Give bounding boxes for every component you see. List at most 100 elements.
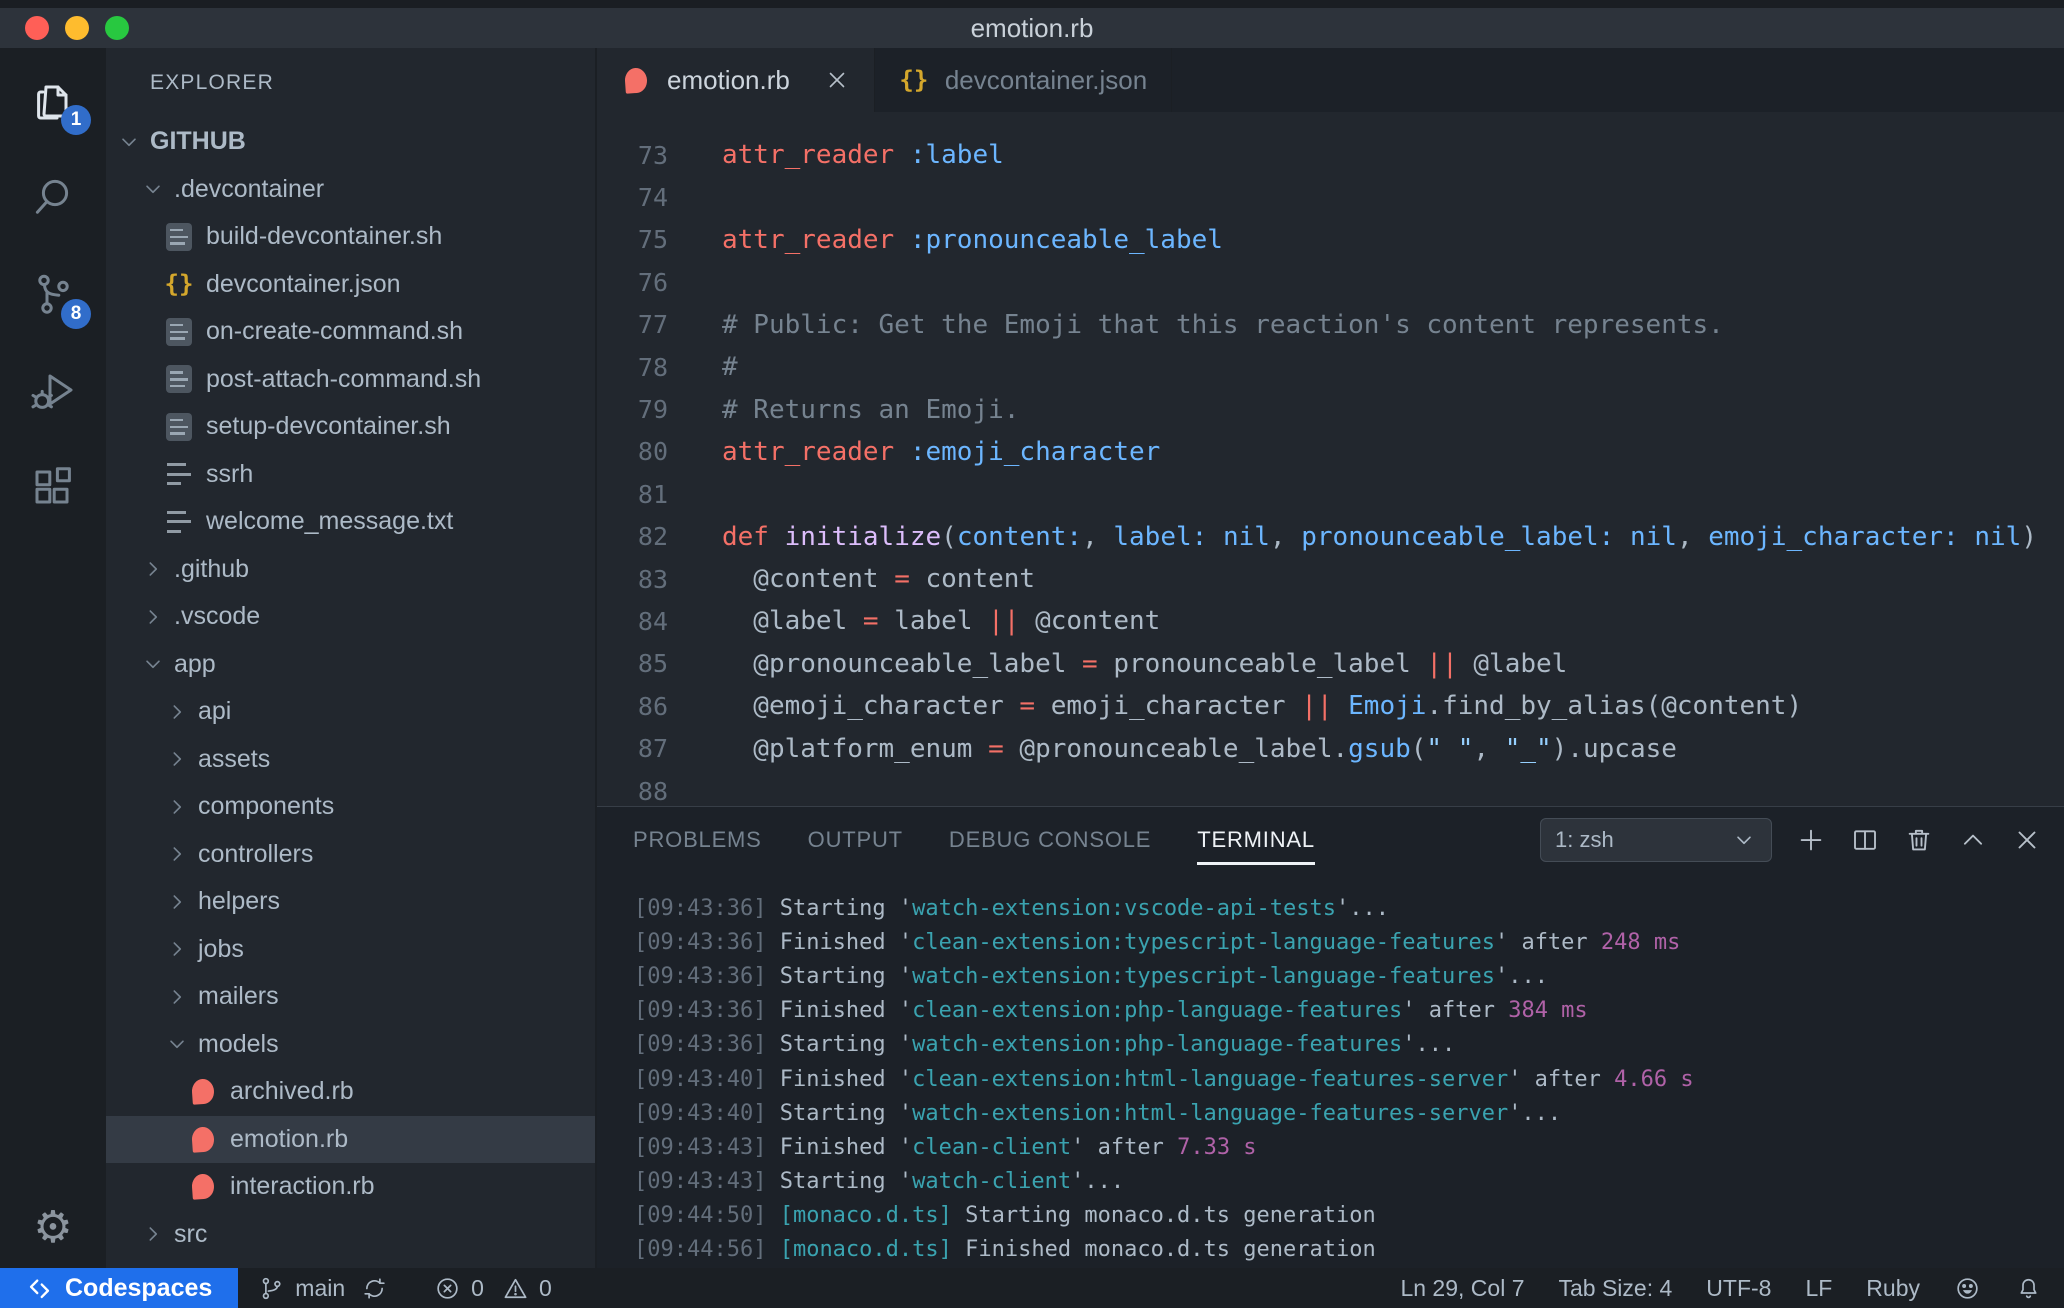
tree-item-label: post-attach-command.sh xyxy=(206,364,482,393)
tree-item-mailers[interactable]: mailers xyxy=(106,973,595,1021)
status-eol[interactable]: LF xyxy=(1805,1275,1832,1302)
tree-item-archived-rb[interactable]: archived.rb xyxy=(106,1068,595,1116)
line-number: 87 xyxy=(637,734,668,764)
split-terminal-button[interactable] xyxy=(1850,825,1880,855)
terminal-output[interactable]: [09:43:36] Starting ' watch-extension:vsc… xyxy=(597,873,2064,1268)
tree-item-setup-devcontainer-sh[interactable]: setup-devcontainer.sh xyxy=(106,403,595,451)
code-text: # Returns an Emoji. xyxy=(722,394,1020,425)
editor-tab-devcontainer-json[interactable]: {} devcontainer.json xyxy=(875,48,1173,112)
tree-item-welcome-message-txt[interactable]: welcome_message.txt xyxy=(106,498,595,546)
branch-status[interactable]: main xyxy=(258,1275,388,1302)
tree-item-app[interactable]: app xyxy=(106,641,595,689)
status-tab-size[interactable]: Tab Size: 4 xyxy=(1558,1275,1672,1302)
code-text: @label = label || @content xyxy=(722,606,1161,637)
tree-item-label: api xyxy=(198,697,232,726)
code-line: 83 @content = content xyxy=(597,558,2064,600)
editor-tab-emotion-rb[interactable]: emotion.rb xyxy=(597,48,875,112)
status-language-mode-label: Ruby xyxy=(1866,1274,1920,1301)
chevron-down-icon xyxy=(140,176,166,202)
minimize-window-button[interactable] xyxy=(65,16,89,40)
activity-extensions-button[interactable] xyxy=(29,464,77,512)
maximize-panel-button[interactable] xyxy=(1958,825,1988,855)
bottom-panel: PROBLEMS OUTPUT DEBUG CONSOLE TERMINAL 1: z… xyxy=(597,806,2064,1268)
editor-group: emotion.rb {} devcontainer.json 73 attr_rea… xyxy=(597,48,2064,1268)
line-number: 76 xyxy=(637,267,668,297)
new-terminal-button[interactable] xyxy=(1796,825,1826,855)
tree-item--github[interactable]: .github xyxy=(106,546,595,594)
terminal-line: [09:43:36] Finished ' clean-extension:typ… xyxy=(634,929,1681,955)
feedback-smiley-icon[interactable] xyxy=(1954,1275,1981,1302)
activity-explorer-button[interactable]: 1 xyxy=(29,76,91,135)
notifications-bell-icon[interactable] xyxy=(2015,1275,2042,1302)
terminal-line: [09:44:56] [monaco.d.ts] Finished monaco… xyxy=(634,1237,1376,1263)
code-text: @content = content xyxy=(722,564,1036,595)
chevron-right-icon xyxy=(140,1221,166,1247)
line-number: 88 xyxy=(637,776,668,806)
tree-item-label: emotion.rb xyxy=(230,1124,349,1153)
close-tab-icon[interactable] xyxy=(824,67,850,93)
code-line: 74 xyxy=(597,176,2064,218)
tree-item-label: jobs xyxy=(198,934,244,963)
tree-item-label: .vscode xyxy=(174,602,261,631)
panel-tab-problems[interactable]: PROBLEMS xyxy=(633,807,762,873)
status-encoding[interactable]: UTF-8 xyxy=(1706,1275,1771,1302)
tree-item-emotion-rb[interactable]: emotion.rb xyxy=(106,1115,595,1163)
remote-indicator[interactable]: Codespaces xyxy=(0,1268,239,1308)
code-editor[interactable]: 73 attr_reader :label 74 75 attr_reader :pro… xyxy=(597,112,2064,806)
status-cursor-position[interactable]: Ln 29, Col 7 xyxy=(1400,1275,1524,1302)
activity-search-button[interactable] xyxy=(29,173,77,221)
tree-item-label: app xyxy=(174,649,216,678)
tree-item--vscode[interactable]: .vscode xyxy=(106,593,595,641)
chevron-down-icon xyxy=(164,1031,190,1057)
tree-item-github[interactable]: GITHUB xyxy=(106,118,595,166)
settings-gear-icon[interactable]: ⚙ xyxy=(0,1206,106,1250)
remote-icon xyxy=(26,1275,53,1302)
tree-item-models[interactable]: models xyxy=(106,1021,595,1069)
panel-tab-debug-console[interactable]: DEBUG CONSOLE xyxy=(949,807,1151,873)
status-language-mode[interactable]: Ruby xyxy=(1866,1275,1920,1302)
tree-item-on-create-command-sh[interactable]: on-create-command.sh xyxy=(106,308,595,356)
tree-item-label: archived.rb xyxy=(230,1077,354,1106)
chevron-right-icon xyxy=(164,699,190,725)
tree-item-components[interactable]: components xyxy=(106,783,595,831)
errors-icon xyxy=(434,1275,461,1302)
tree-item-label: devcontainer.json xyxy=(206,269,401,298)
tree-item-assets[interactable]: assets xyxy=(106,736,595,784)
code-line: 76 xyxy=(597,261,2064,303)
zoom-window-button[interactable] xyxy=(105,16,129,40)
sh-file-icon xyxy=(164,317,194,347)
txt-file-icon xyxy=(164,507,194,537)
problems-status[interactable]: 0 0 xyxy=(434,1275,552,1302)
json-file-icon: {} xyxy=(164,270,194,299)
tree-item-api[interactable]: api xyxy=(106,688,595,736)
tab-label: devcontainer.json xyxy=(944,64,1148,95)
status-bar: Codespaces main 0 0 Ln 29, Col 7 Tab Size… xyxy=(0,1268,2064,1308)
chevron-right-icon xyxy=(164,889,190,915)
terminal-selector-dropdown[interactable]: 1: zsh xyxy=(1540,818,1772,862)
status-encoding-label: UTF-8 xyxy=(1706,1274,1772,1301)
tree-item-post-attach-command-sh[interactable]: post-attach-command.sh xyxy=(106,356,595,404)
tree-item-label: components xyxy=(198,792,335,821)
kill-terminal-button[interactable] xyxy=(1904,825,1934,855)
tree-item-jobs[interactable]: jobs xyxy=(106,926,595,974)
panel-tab-terminal[interactable]: TERMINAL xyxy=(1197,807,1315,873)
terminal-line: [09:44:50] [monaco.d.ts] Starting monaco… xyxy=(634,1203,1376,1229)
panel-tab-output[interactable]: OUTPUT xyxy=(808,807,903,873)
tree-item-controllers[interactable]: controllers xyxy=(106,831,595,879)
sh-file-icon xyxy=(164,222,194,252)
tree-item-build-devcontainer-sh[interactable]: build-devcontainer.sh xyxy=(106,213,595,261)
close-window-button[interactable] xyxy=(25,16,49,40)
activity-run-and-debug-button[interactable] xyxy=(29,367,77,415)
tree-item--devcontainer[interactable]: .devcontainer xyxy=(106,166,595,214)
tree-item-interaction-rb[interactable]: interaction.rb xyxy=(106,1163,595,1211)
tree-item-src[interactable]: src xyxy=(106,1211,595,1259)
tree-item-devcontainer-json[interactable]: {} devcontainer.json xyxy=(106,261,595,309)
tree-item-label: setup-devcontainer.sh xyxy=(206,412,451,441)
errors-count: 0 xyxy=(471,1274,484,1301)
activity-source-control-button[interactable]: 8 xyxy=(29,270,91,329)
tree-item-label: ssrh xyxy=(206,459,254,488)
chevron-right-icon xyxy=(164,984,190,1010)
tree-item-ssrh[interactable]: ssrh xyxy=(106,451,595,499)
close-panel-button[interactable] xyxy=(2012,825,2042,855)
tree-item-helpers[interactable]: helpers xyxy=(106,878,595,926)
